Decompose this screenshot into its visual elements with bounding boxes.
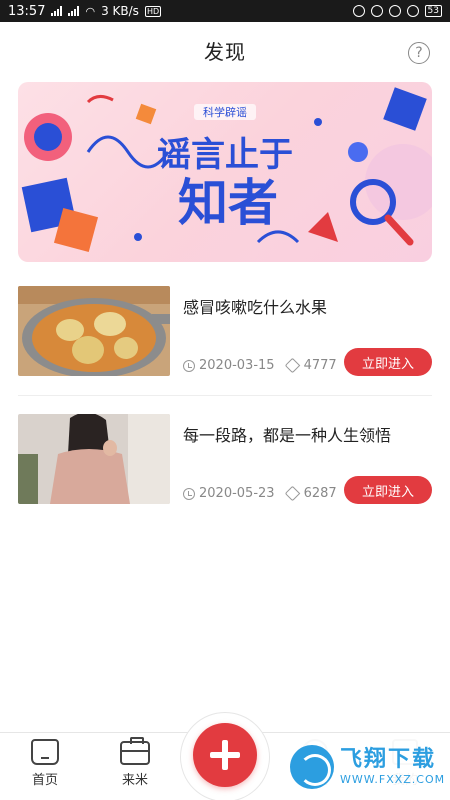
watermark-text: 飞翔下载 WWW.FXXZ.COM xyxy=(340,747,445,787)
magnifier-handle xyxy=(384,214,414,246)
pears-image xyxy=(18,286,170,376)
clock-icon xyxy=(183,487,195,500)
enter-button[interactable]: 立即进入 xyxy=(344,476,432,504)
article-date: 2020-03-15 xyxy=(199,358,275,373)
tag-icon xyxy=(284,485,300,502)
banner-shape-wave xyxy=(86,135,170,169)
article-thumbnail xyxy=(18,286,170,376)
vibrate-icon xyxy=(370,5,383,17)
status-time: 13:57 xyxy=(8,3,46,19)
status-right: 53 xyxy=(352,5,442,17)
banner-line2: 知者 xyxy=(178,174,278,232)
help-circle-icon[interactable]: ? xyxy=(408,42,430,64)
banner-illustration: 科学辟谣 谣言止于 知者 xyxy=(21,87,432,253)
briefcase-icon xyxy=(120,737,150,765)
article-item[interactable]: 每一段路，都是一种人生领悟 2020-05-23 6287 立即进入 xyxy=(18,410,432,510)
hd-badge: HD xyxy=(144,5,162,17)
banner-shape-dot-left xyxy=(34,123,62,151)
banner-shape-square xyxy=(135,103,157,125)
sync-icon xyxy=(352,5,365,17)
article-meta: 2020-05-23 6287 xyxy=(183,485,337,502)
watermark: 飞翔下载 WWW.FXXZ.COM xyxy=(290,738,450,796)
article-meta: 2020-03-15 4777 xyxy=(183,357,337,374)
banner-dot-3 xyxy=(348,142,368,162)
article-title: 感冒咳嗽吃什么水果 xyxy=(183,298,328,317)
article-thumbnail xyxy=(18,414,170,504)
status-left: 13:57 ◠ 3 KB/s HD xyxy=(8,3,162,19)
banner-dot-2 xyxy=(314,118,322,126)
banner[interactable]: 科学辟谣 谣言止于 知者 xyxy=(18,82,432,262)
signal-icon-2 xyxy=(68,6,80,16)
signal-icon xyxy=(51,6,63,16)
page-header: 发现 ? xyxy=(0,22,450,78)
plus-icon xyxy=(210,740,240,770)
page-title: 发现 xyxy=(204,39,246,64)
battery-icon: 53 xyxy=(424,5,442,17)
enter-button[interactable]: 立即进入 xyxy=(344,348,432,376)
banner-line1: 谣言止于 xyxy=(157,135,293,175)
article-item[interactable]: 感冒咳嗽吃什么水果 2020-03-15 4777 立即进入 xyxy=(18,282,432,382)
divider xyxy=(18,395,432,396)
article-count: 6287 xyxy=(303,486,337,501)
clock-icon xyxy=(183,359,195,372)
portrait-image xyxy=(18,414,170,504)
banner-shape-arc xyxy=(86,95,114,104)
nav-label-laimi: 来米 xyxy=(121,773,148,788)
banner-tag: 科学辟谣 xyxy=(203,105,247,119)
banner-dot-1 xyxy=(134,233,142,241)
watermark-cn: 飞翔下载 xyxy=(340,747,437,772)
article-date: 2020-05-23 xyxy=(199,486,275,501)
watermark-logo xyxy=(290,745,334,789)
alarm-icon xyxy=(388,5,401,17)
banner-shape-cube-right xyxy=(383,87,427,131)
banner-shape-wave-2 xyxy=(256,230,300,244)
nav-item-laimi[interactable]: 来米 xyxy=(105,737,165,795)
status-bar: 13:57 ◠ 3 KB/s HD 53 xyxy=(0,0,450,22)
watermark-en: WWW.FXXZ.COM xyxy=(340,773,446,786)
tag-icon xyxy=(284,357,300,374)
article-title: 每一段路，都是一种人生领悟 xyxy=(183,426,392,445)
home-icon xyxy=(31,739,59,765)
net-speed: 3 KB/s xyxy=(101,4,139,18)
add-button[interactable] xyxy=(193,723,257,787)
nav-label-home: 首页 xyxy=(31,773,58,788)
eye-icon xyxy=(406,5,419,17)
article-count: 4777 xyxy=(303,358,337,373)
banner-shape-triangle xyxy=(308,212,338,242)
nav-item-home[interactable]: 首页 xyxy=(15,739,75,795)
wifi-icon: ◠ xyxy=(85,4,96,18)
